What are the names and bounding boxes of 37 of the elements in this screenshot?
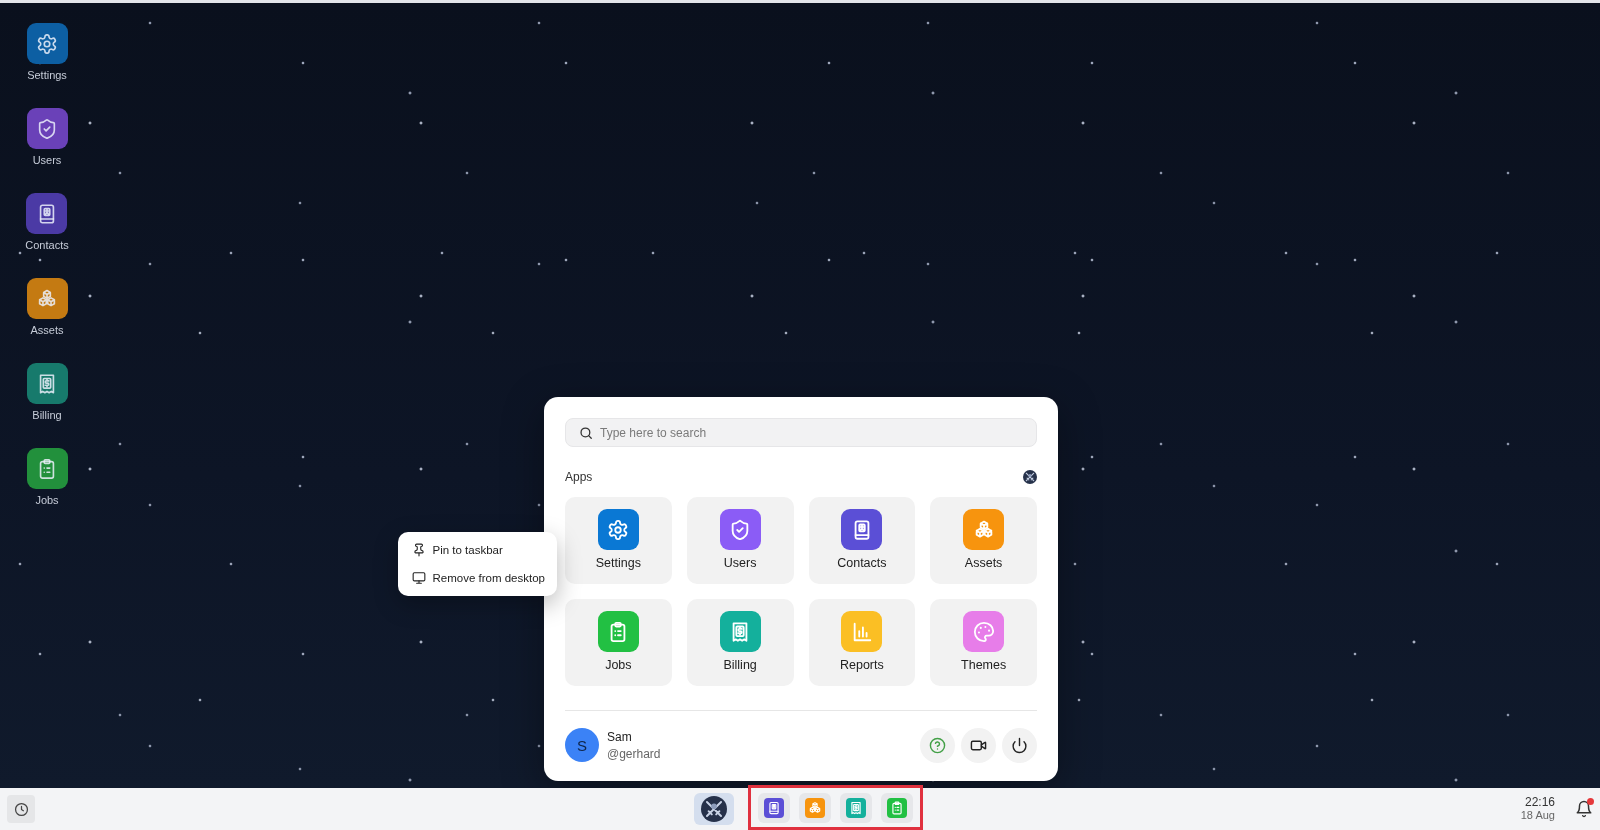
desktop-shortcut[interactable]: Users	[26, 108, 68, 167]
taskbar-app-button[interactable]	[840, 792, 872, 823]
power-button[interactable]	[1002, 727, 1037, 763]
app-tile[interactable]: Billing	[686, 599, 794, 686]
search-icon	[579, 425, 593, 440]
start-button[interactable]	[694, 793, 734, 825]
desktop-shortcut[interactable]: Contacts	[25, 193, 69, 252]
app-tile[interactable]: Contacts	[808, 497, 916, 584]
context-menu-item[interactable]: Remove from desktop	[397, 564, 557, 592]
taskbar-app-button[interactable]	[758, 792, 790, 823]
crossed-swords-icon	[701, 796, 727, 822]
clock-time: 22:16	[1524, 796, 1555, 809]
app-tile[interactable]: Assets	[930, 497, 1037, 584]
app-tile[interactable]: Jobs	[565, 599, 672, 686]
video-call-button[interactable]	[961, 727, 996, 763]
user-handle: @gerhard	[607, 746, 661, 761]
search-field[interactable]: Type here to search	[565, 418, 1037, 447]
clock-icon	[13, 801, 29, 817]
clock-date: 18 Aug	[1520, 809, 1555, 822]
user-name: Sam	[607, 729, 633, 744]
desktop-shortcut[interactable]: Billing	[26, 363, 68, 422]
app-tile[interactable]: Themes	[930, 599, 1037, 686]
desktop-shortcut[interactable]: Assets	[26, 278, 68, 337]
clock-button[interactable]	[7, 795, 35, 823]
desktop-shortcut[interactable]: Jobs	[26, 448, 68, 507]
user-avatar: S	[565, 728, 599, 762]
pin-icon	[411, 543, 426, 557]
app-tile[interactable]: Settings	[565, 497, 672, 584]
desktop-shortcut[interactable]: Settings	[26, 23, 68, 82]
section-title: Apps	[565, 470, 593, 484]
crossed-swords-icon	[1023, 470, 1037, 484]
app-tile[interactable]: Reports	[808, 599, 916, 686]
context-menu-item[interactable]: Pin to taskbar	[397, 536, 557, 564]
app-tile[interactable]: Users	[686, 497, 794, 584]
help-button[interactable]	[920, 727, 955, 763]
monitor-icon	[411, 571, 426, 585]
bell-icon	[1575, 800, 1593, 818]
